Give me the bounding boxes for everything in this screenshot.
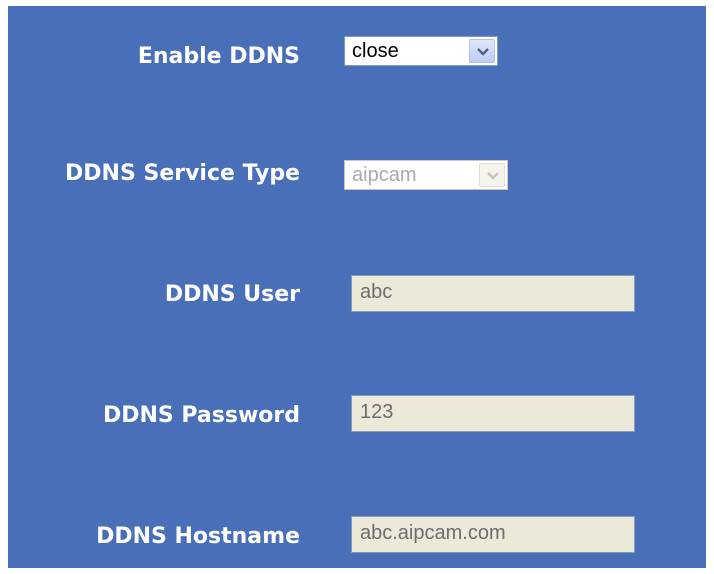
chevron-down-icon [487,172,499,180]
enable-ddns-value: close [352,40,399,62]
ddns-user-label: DDNS User [164,282,300,307]
ddns-hostname-field[interactable]: abc.aipcam.com [351,516,635,553]
ddns-service-type-label: DDNS Service Type [65,161,300,186]
ddns-hostname-label: DDNS Hostname [96,524,300,549]
ddns-user-field[interactable]: abc [351,275,635,312]
ddns-password-label: DDNS Password [102,403,300,428]
enable-ddns-select[interactable]: close [344,36,498,66]
ddns-service-type-select[interactable]: aipcam [344,160,508,190]
ddns-service-type-value: aipcam [352,164,417,186]
ddns-password-field[interactable]: 123 [351,395,635,432]
dropdown-button[interactable] [479,163,505,187]
enable-ddns-label: Enable DDNS [137,44,300,69]
ddns-settings-panel: Enable DDNS close DDNS Service Type aipc… [8,6,706,568]
dropdown-button[interactable] [469,39,495,63]
chevron-down-icon [477,48,489,56]
